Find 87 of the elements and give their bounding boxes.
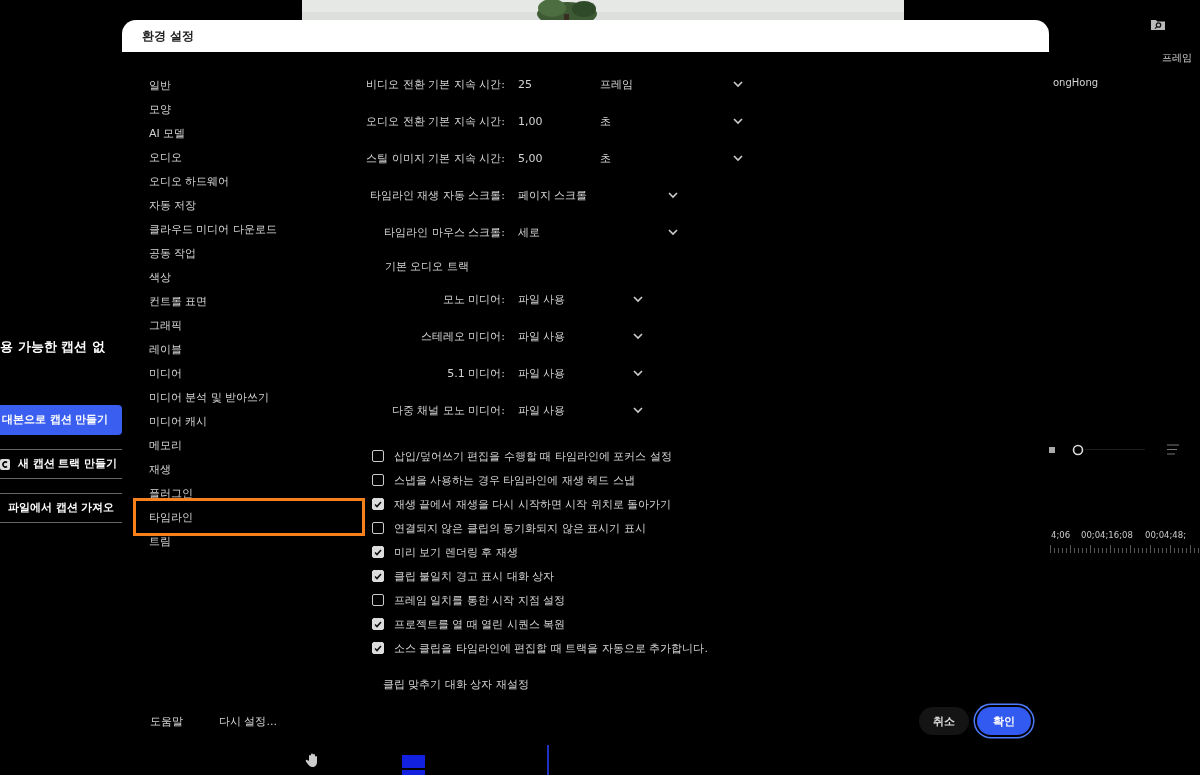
sidebar-item[interactable]: 오디오 [122, 145, 365, 169]
setting-label: 타임라인 재생 자동 스크롤: [368, 188, 505, 203]
track-block [402, 755, 425, 768]
chevron-down-icon [733, 155, 743, 162]
setting-label: 스틸 이미지 기본 지속 시간: [365, 151, 505, 166]
sidebar-item[interactable]: 색상 [122, 265, 365, 289]
checkbox[interactable] [372, 642, 384, 654]
dropdown[interactable]: 세로 [518, 225, 678, 240]
unit-dropdown[interactable]: 프레임 [600, 77, 743, 92]
checkbox[interactable] [372, 570, 384, 582]
setting-label: 5.1 미디어: [446, 366, 505, 381]
chevron-down-icon [633, 407, 643, 414]
checkbox-label: 프로젝트를 열 때 열린 시퀀스 복원 [394, 616, 566, 632]
sidebar-item[interactable]: 미디어 [122, 361, 365, 385]
chevron-down-icon [633, 370, 643, 377]
setting-label: 비디오 전환 기본 지속 시간: [365, 77, 505, 92]
unit-dropdown[interactable]: 초 [600, 114, 743, 129]
checkbox[interactable] [372, 498, 384, 510]
sidebar-item[interactable]: AI 모델 [122, 121, 365, 145]
reset-button[interactable]: 다시 설정... [219, 713, 277, 729]
dialog-title: 환경 설정 [122, 20, 1049, 52]
timecode: 4;06 [1051, 530, 1071, 540]
sidebar-item[interactable]: 자동 저장 [122, 193, 365, 217]
help-button[interactable]: 도움말 [150, 713, 183, 729]
section-heading: 기본 오디오 트랙 [385, 258, 469, 274]
unit-dropdown[interactable]: 초 [600, 151, 743, 166]
slider-handle[interactable] [1072, 444, 1084, 456]
checkbox-label: 스냅을 사용하는 경우 타임라인에 재생 헤드 스냅 [394, 472, 635, 488]
setting-label: 타임라인 마우스 스크롤: [383, 225, 505, 240]
sidebar-item[interactable]: 재생 [122, 457, 365, 481]
checkbox-label: 재생 끝에서 재생을 다시 시작하면 시작 위치로 돌아가기 [394, 496, 672, 512]
chevron-down-icon [633, 333, 643, 340]
checkbox[interactable] [372, 594, 384, 606]
checkbox[interactable] [372, 450, 384, 462]
checkbox-label: 미리 보기 렌더링 후 재생 [394, 544, 518, 560]
chevron-down-icon [633, 296, 643, 303]
checkbox[interactable] [372, 474, 384, 486]
dropdown[interactable]: 페이지 스크롤 [518, 188, 678, 203]
clip-name: ongHong [1053, 77, 1099, 88]
sidebar-item[interactable]: 메모리 [122, 433, 365, 457]
timecode: 00;04;48; [1145, 530, 1187, 540]
number-field[interactable]: 5,00 [518, 152, 600, 165]
checkbox-label: 소스 클립을 타임라인에 편집할 때 트랙을 자동으로 추가합니다. [394, 640, 708, 656]
checkbox[interactable] [372, 522, 384, 534]
sidebar-item[interactable]: 일반 [122, 73, 365, 97]
setting-label: 모노 미디어: [441, 292, 505, 307]
number-field[interactable]: 1,00 [518, 115, 600, 128]
sidebar-item[interactable]: 오디오 하드웨어 [122, 169, 365, 193]
setting-label: 오디오 전환 기본 지속 시간: [365, 114, 505, 129]
number-field[interactable]: 25 [518, 78, 600, 91]
sidebar-item[interactable]: 그래픽 [122, 313, 365, 337]
sidebar-item[interactable]: 클라우드 미디어 다운로드 [122, 217, 365, 241]
track-block [402, 770, 425, 775]
sidebar-item[interactable]: 공동 작업 [122, 241, 365, 265]
dropdown[interactable]: 파일 사용 [518, 292, 643, 307]
timecode: 00;04;16;08 [1081, 530, 1133, 540]
ok-button[interactable]: 확인 [977, 707, 1031, 735]
chevron-down-icon [733, 118, 743, 125]
menu-icon[interactable] [1167, 444, 1179, 455]
caption-button[interactable]: 새 캡션 트랙 만들기 [0, 449, 122, 479]
checkbox[interactable] [372, 618, 384, 630]
playhead-line [547, 745, 549, 775]
checkbox-label: 연결되지 않은 클립의 동기화되지 않은 표시기 표시 [394, 520, 646, 536]
dropdown[interactable]: 파일 사용 [518, 403, 643, 418]
chevron-down-icon [668, 192, 678, 199]
dropdown[interactable]: 파일 사용 [518, 329, 643, 344]
sidebar-item[interactable]: 미디어 캐시 [122, 409, 365, 433]
sidebar-item[interactable]: 타임라인 [133, 498, 365, 536]
checkbox-label: 클립 불일치 경고 표시 대화 상자 [394, 568, 555, 584]
reset-dialogs-button[interactable]: 클립 맞추기 대화 상자 재설정 [381, 672, 531, 696]
folder-search-icon[interactable] [1151, 18, 1165, 30]
panel-heading: 용 가능한 캡션 없 [0, 338, 105, 356]
setting-label: 스테레오 미디어: [419, 329, 505, 344]
column-label: 프레임 [1162, 51, 1192, 65]
dropdown[interactable]: 파일 사용 [518, 366, 643, 381]
sidebar-item[interactable]: 레이블 [122, 337, 365, 361]
sidebar-item[interactable]: 모양 [122, 97, 365, 121]
sidebar-item[interactable]: 미디어 분석 및 받아쓰기 [122, 385, 365, 409]
checkbox-label: 프레임 일치를 통한 시작 지점 설정 [394, 592, 566, 608]
checkbox-label: 삽입/덮어쓰기 편집을 수행할 때 타임라인에 포커스 설정 [394, 448, 672, 464]
chevron-down-icon [733, 81, 743, 88]
checkbox[interactable] [372, 546, 384, 558]
caption-button[interactable]: 대본으로 캡션 만들기 [0, 405, 122, 435]
setting-label: 다중 채널 모노 미디어: [390, 403, 505, 418]
sidebar-item[interactable]: 컨트롤 표면 [122, 289, 365, 313]
cancel-button[interactable]: 취소 [919, 707, 969, 735]
chevron-down-icon [668, 229, 678, 236]
